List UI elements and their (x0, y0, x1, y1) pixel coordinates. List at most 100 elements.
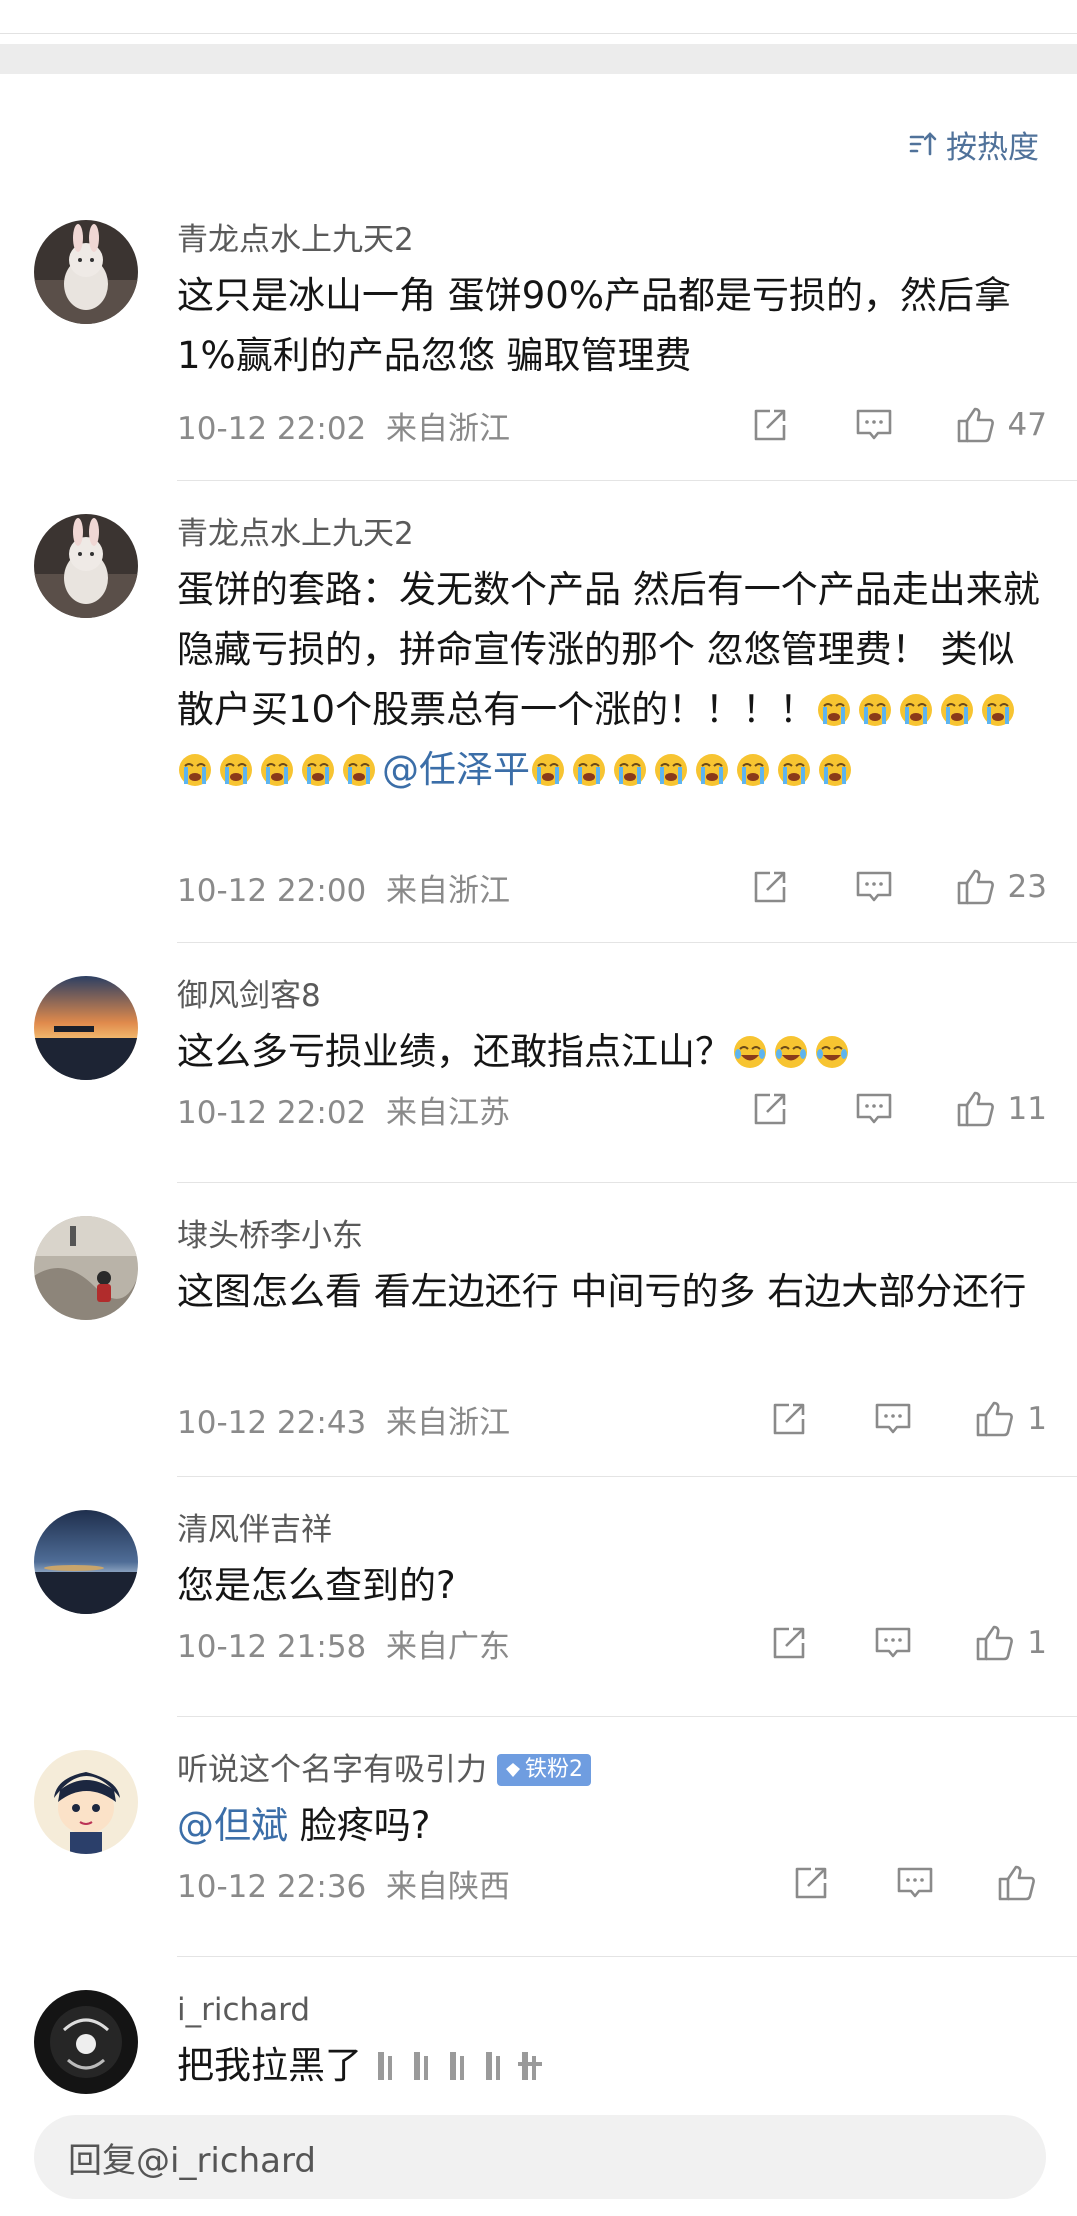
blurred-emoji-icon (377, 2052, 542, 2080)
avatar[interactable] (34, 1750, 138, 1854)
share-button[interactable] (750, 405, 790, 445)
username[interactable]: 听说这个名字有吸引力 铁粉2 (177, 1748, 1047, 1792)
laughing-tears-emoji-icon (734, 1036, 766, 1068)
reply-button[interactable] (895, 1863, 935, 1903)
like-button[interactable]: 1 (975, 1399, 1047, 1439)
reply-button[interactable] (873, 1623, 913, 1663)
top-bar (0, 0, 1077, 34)
comment-icon (856, 1093, 891, 1124)
like-button[interactable] (997, 1863, 1037, 1903)
comment-text: 这只是冰山一角 蛋饼90%产品都是亏损的，然后拿1%赢利的产品忽悠 骗取管理费 (177, 274, 1011, 377)
crying-emoji-icon (859, 694, 892, 726)
avatar[interactable] (34, 514, 138, 618)
like-count: 1 (1027, 1401, 1047, 1437)
crying-emoji-icon (532, 754, 564, 786)
username[interactable]: 御风剑客8 (177, 974, 1047, 1018)
crying-emoji-icon (778, 754, 810, 786)
comment-icon (856, 871, 891, 902)
share-icon (795, 1867, 827, 1899)
username[interactable]: i_richard (177, 1988, 1047, 2032)
thumbs-up-icon (976, 1625, 1014, 1661)
comment-time: 10-12 22:00 来自浙江 (177, 872, 510, 909)
crying-emoji-icon (941, 694, 974, 726)
crying-emoji-icon (573, 754, 605, 786)
sort-by-hot-button[interactable]: 按热度 (908, 124, 1039, 166)
comment-text: 这么多亏损业绩，还敢指点江山？ (177, 1022, 1047, 1082)
comment-time: 10-12 22:02 来自浙江 (177, 410, 510, 447)
comment-time: 10-12 21:58 来自广东 (177, 1628, 510, 1665)
reply-button[interactable] (854, 867, 894, 907)
crying-emoji-icon (818, 694, 851, 726)
thumbs-up-icon (957, 1091, 994, 1127)
comment-text: 把我拉黑了 (177, 2036, 1047, 2096)
laughing-tears-emoji-icon (775, 1036, 807, 1068)
divider (177, 1476, 1077, 1477)
share-icon (754, 1093, 785, 1125)
crying-emoji-icon (179, 754, 211, 786)
reply-input[interactable]: 回复@i_richard (34, 2115, 1046, 2199)
reply-button[interactable] (854, 405, 894, 445)
like-count: 23 (1007, 869, 1047, 905)
divider (177, 1956, 1077, 1957)
comment-text: 蛋饼的套路：发无数个产品 然后有一个产品走出来就隐藏亏损的，拼命宣传涨的那个 忽… (177, 568, 1040, 791)
sort-label: 按热度 (946, 129, 1039, 166)
comment-text: 这图怎么看 看左边还行 中间亏的多 右边大部分还行 (177, 1270, 1027, 1313)
crying-emoji-icon (343, 754, 375, 786)
thumbs-up-icon (957, 407, 994, 443)
like-button[interactable]: 1 (975, 1623, 1047, 1663)
crying-emoji-icon (819, 754, 851, 786)
reply-button[interactable] (873, 1399, 913, 1439)
like-button[interactable]: 23 (956, 867, 1047, 907)
crying-emoji-icon (614, 754, 646, 786)
avatar[interactable] (34, 1510, 138, 1614)
share-button[interactable] (750, 867, 790, 907)
crying-emoji-icon (655, 754, 687, 786)
sort-icon (909, 132, 937, 156)
diamond-icon (506, 1763, 520, 1777)
like-count: 11 (1007, 1091, 1047, 1127)
avatar[interactable] (34, 1990, 138, 2094)
comment-text: @但斌 脸疼吗? (177, 1804, 431, 1847)
share-button[interactable] (769, 1623, 809, 1663)
thumbs-up-icon (957, 869, 994, 905)
avatar[interactable] (34, 220, 138, 324)
share-button[interactable] (769, 1399, 809, 1439)
divider (177, 942, 1077, 943)
mention-link[interactable]: @任泽平 (382, 748, 530, 791)
comment-icon (856, 409, 891, 440)
comment-time: 10-12 22:36 来自陕西 (177, 1868, 510, 1905)
crying-emoji-icon (737, 754, 769, 786)
comment-text: 您是怎么查到的? (177, 1564, 456, 1607)
comment-time: 10-12 22:02 来自江苏 (177, 1094, 510, 1131)
crying-emoji-icon (220, 754, 252, 786)
username[interactable]: 青龙点水上九天2 (177, 512, 1047, 556)
like-count: 1 (1027, 1625, 1047, 1661)
username[interactable]: 青龙点水上九天2 (177, 218, 1047, 262)
crying-emoji-icon (696, 754, 728, 786)
avatar[interactable] (34, 1216, 138, 1320)
crying-emoji-icon (900, 694, 933, 726)
username[interactable]: 清风伴吉祥 (177, 1508, 1047, 1552)
crying-emoji-icon (261, 754, 293, 786)
share-icon (754, 409, 785, 441)
share-icon (773, 1627, 805, 1659)
share-icon (754, 871, 785, 903)
username[interactable]: 埭头桥李小东 (177, 1214, 1047, 1258)
reply-button[interactable] (854, 1089, 894, 1129)
share-button[interactable] (791, 1863, 831, 1903)
comment-icon (897, 1867, 933, 1898)
divider (177, 480, 1077, 481)
crying-emoji-icon (982, 694, 1015, 726)
divider (177, 1716, 1077, 1717)
like-button[interactable]: 47 (956, 405, 1047, 445)
comment-icon (875, 1403, 911, 1434)
like-button[interactable]: 11 (956, 1089, 1047, 1129)
like-count: 47 (1007, 407, 1047, 443)
share-icon (773, 1403, 805, 1435)
avatar[interactable] (34, 976, 138, 1080)
laughing-tears-emoji-icon (816, 1036, 848, 1068)
comment-icon (875, 1627, 911, 1658)
mention-link[interactable]: @但斌 (177, 1804, 288, 1847)
reply-placeholder: 回复@i_richard (68, 2140, 316, 2181)
share-button[interactable] (750, 1089, 790, 1129)
